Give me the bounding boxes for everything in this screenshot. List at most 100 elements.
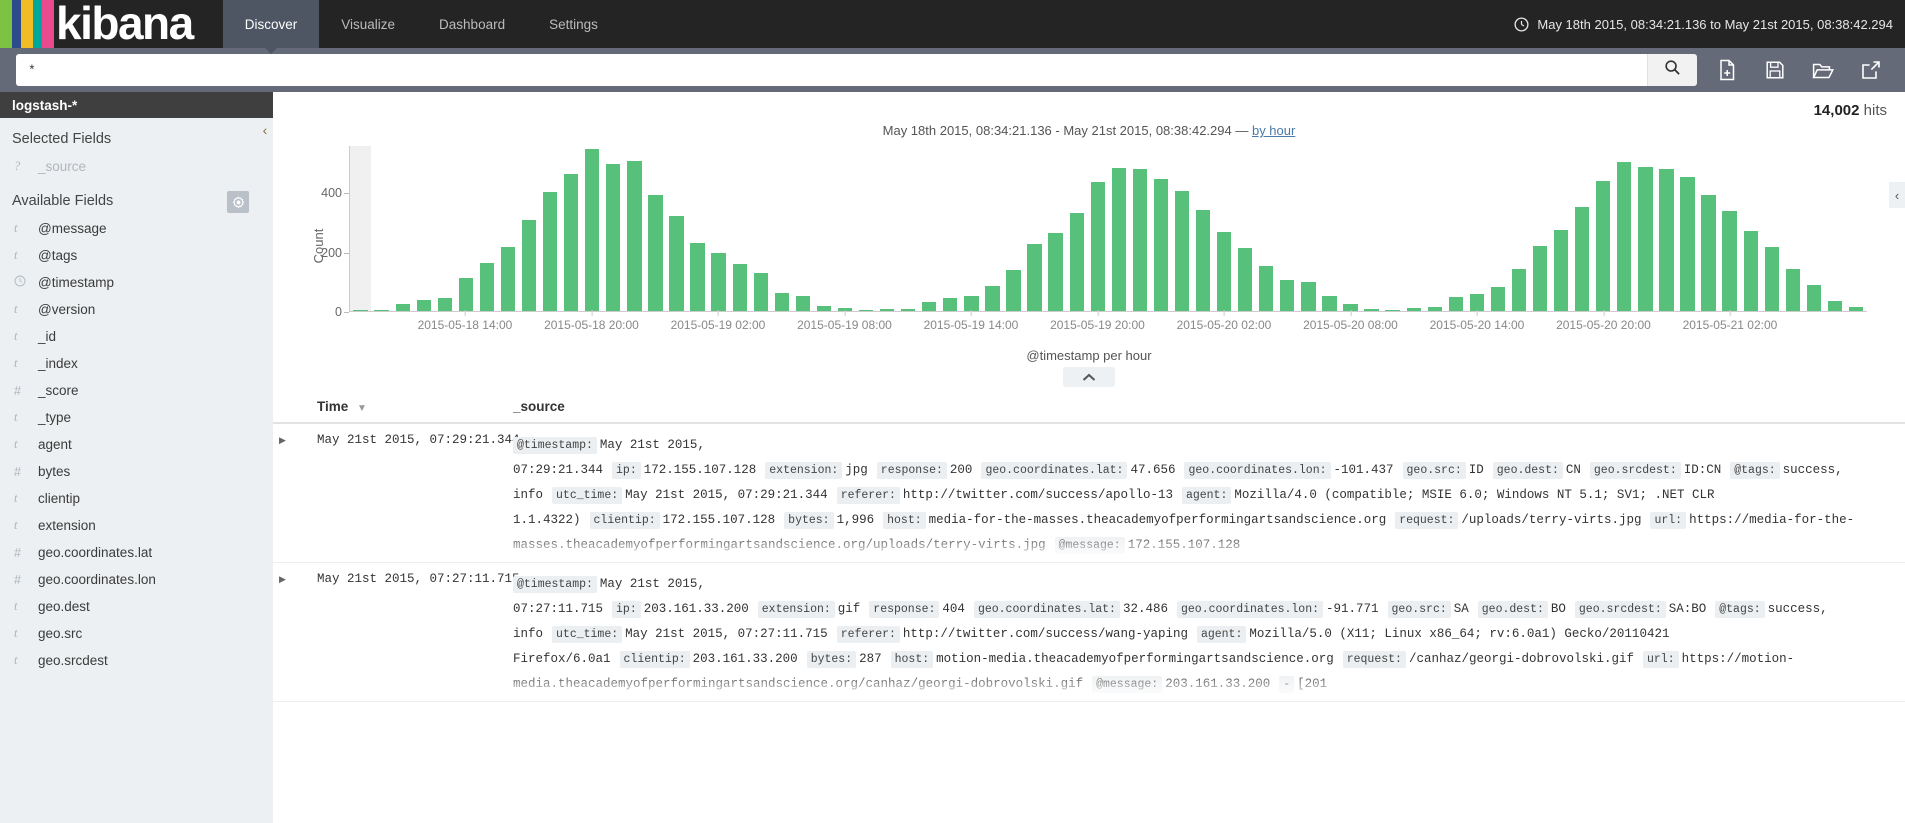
column-header-time[interactable]: Time ▼	[295, 399, 513, 414]
histogram-bar-cell[interactable]	[1171, 146, 1192, 311]
histogram-bar-cell[interactable]	[1635, 146, 1656, 311]
field-item-_type[interactable]: t _type	[0, 404, 273, 431]
field-item-@message[interactable]: t @message	[0, 215, 273, 242]
histogram-bar-cell[interactable]	[561, 146, 582, 311]
histogram-bar-cell[interactable]	[792, 146, 813, 311]
histogram-bar-cell[interactable]	[434, 146, 455, 311]
histogram-bar-cell[interactable]	[1066, 146, 1087, 311]
search-submit-button[interactable]	[1647, 54, 1697, 86]
histogram-bar-cell[interactable]	[1572, 146, 1593, 311]
histogram-bar-cell[interactable]	[540, 146, 561, 311]
histogram-bar-cell[interactable]	[519, 146, 540, 311]
histogram-bar-cell[interactable]	[371, 146, 392, 311]
histogram-bar-cell[interactable]	[919, 146, 940, 311]
histogram-bar-cell[interactable]	[1761, 146, 1782, 311]
column-header-source[interactable]: _source	[513, 399, 1905, 414]
histogram-bar-cell[interactable]	[497, 146, 518, 311]
nav-item-settings[interactable]: Settings	[527, 0, 620, 48]
field-item-@version[interactable]: t @version	[0, 296, 273, 323]
histogram-bar-cell[interactable]	[1193, 146, 1214, 311]
histogram-bar-cell[interactable]	[1319, 146, 1340, 311]
histogram-bar-cell[interactable]	[1530, 146, 1551, 311]
histogram-bar-cell[interactable]	[1108, 146, 1129, 311]
folder-open-icon[interactable]	[1799, 50, 1847, 90]
field-item-@tags[interactable]: t @tags	[0, 242, 273, 269]
index-pattern-header[interactable]: logstash-*	[0, 92, 273, 118]
histogram-bar-cell[interactable]	[392, 146, 413, 311]
histogram-bar-cell[interactable]	[1382, 146, 1403, 311]
histogram-bar-cell[interactable]	[1719, 146, 1740, 311]
histogram-bar-cell[interactable]	[1487, 146, 1508, 311]
histogram-bar-cell[interactable]	[1256, 146, 1277, 311]
histogram-bar-cell[interactable]	[687, 146, 708, 311]
histogram-bar-cell[interactable]	[750, 146, 771, 311]
histogram-bar-cell[interactable]	[1129, 146, 1150, 311]
field-item-bytes[interactable]: # bytes	[0, 458, 273, 485]
histogram-bar-cell[interactable]	[624, 146, 645, 311]
chart-collapse-button[interactable]	[1063, 367, 1115, 387]
sort-caret-icon[interactable]: ▼	[357, 403, 367, 414]
histogram-bar-cell[interactable]	[1361, 146, 1382, 311]
field-item-geo.coordinates.lat[interactable]: # geo.coordinates.lat	[0, 539, 273, 566]
histogram-bar-cell[interactable]	[1656, 146, 1677, 311]
time-range-picker[interactable]: May 18th 2015, 08:34:21.136 to May 21st …	[1514, 0, 1893, 48]
search-input[interactable]	[26, 61, 1637, 79]
histogram-bar-cell[interactable]	[476, 146, 497, 311]
histogram-bar-cell[interactable]	[961, 146, 982, 311]
field-item-clientip[interactable]: t clientip	[0, 485, 273, 512]
histogram-bar-cell[interactable]	[350, 146, 372, 311]
histogram-bar-cell[interactable]	[1214, 146, 1235, 311]
histogram-bar-cell[interactable]	[1803, 146, 1824, 311]
histogram-bar-cell[interactable]	[1677, 146, 1698, 311]
histogram-bar-cell[interactable]	[1551, 146, 1572, 311]
histogram-bar-cell[interactable]	[1298, 146, 1319, 311]
histogram-bar-cell[interactable]	[1150, 146, 1171, 311]
row-expand-icon[interactable]: ▶	[273, 572, 295, 697]
histogram-bar-cell[interactable]	[1445, 146, 1466, 311]
histogram-bar-cell[interactable]	[1466, 146, 1487, 311]
histogram-bar-cell[interactable]	[1403, 146, 1424, 311]
nav-item-discover[interactable]: Discover	[222, 0, 320, 54]
search-input-wrapper[interactable]	[16, 54, 1647, 86]
sidebar-collapse-icon[interactable]: ‹	[257, 118, 273, 142]
histogram-bar-cell[interactable]	[1593, 146, 1614, 311]
row-expand-icon[interactable]: ▶	[273, 433, 295, 558]
histogram-bar-cell[interactable]	[1508, 146, 1529, 311]
histogram-bar-cell[interactable]	[1614, 146, 1635, 311]
histogram-bar-cell[interactable]	[603, 146, 624, 311]
histogram-bar-cell[interactable]	[1740, 146, 1761, 311]
histogram-bar-cell[interactable]	[1340, 146, 1361, 311]
nav-item-dashboard[interactable]: Dashboard	[417, 0, 527, 48]
field-item-_index[interactable]: t _index	[0, 350, 273, 377]
histogram-bar-cell[interactable]	[834, 146, 855, 311]
nav-item-visualize[interactable]: Visualize	[319, 0, 417, 48]
save-icon[interactable]	[1751, 50, 1799, 90]
chart-interval-link[interactable]: by hour	[1252, 123, 1295, 138]
histogram-bar-cell[interactable]	[1424, 146, 1445, 311]
histogram-bar-cell[interactable]	[1845, 146, 1866, 311]
histogram-bar-cell[interactable]	[645, 146, 666, 311]
gear-icon[interactable]	[227, 191, 249, 213]
field-item-_id[interactable]: t _id	[0, 323, 273, 350]
histogram-bar-cell[interactable]	[729, 146, 750, 311]
histogram-bar-cell[interactable]	[1003, 146, 1024, 311]
new-document-icon[interactable]	[1703, 50, 1751, 90]
histogram-bar-cell[interactable]	[813, 146, 834, 311]
table-row[interactable]: ▶ May 21st 2015, 07:29:21.344 @timestamp: M…	[273, 424, 1905, 563]
field-item-geo.src[interactable]: t geo.src	[0, 620, 273, 647]
histogram-bar-cell[interactable]	[666, 146, 687, 311]
histogram-bar-cell[interactable]	[455, 146, 476, 311]
histogram-bar-cell[interactable]	[708, 146, 729, 311]
field-item-extension[interactable]: t extension	[0, 512, 273, 539]
histogram-bar-cell[interactable]	[856, 146, 877, 311]
histogram-bar-cell[interactable]	[1235, 146, 1256, 311]
histogram-bar-cell[interactable]	[1045, 146, 1066, 311]
right-rail-collapse-icon[interactable]: ‹	[1889, 182, 1905, 208]
field-item-_source[interactable]: ? _source	[0, 153, 273, 180]
histogram-bar-cell[interactable]	[1277, 146, 1298, 311]
field-item-_score[interactable]: # _score	[0, 377, 273, 404]
histogram-bar-cell[interactable]	[771, 146, 792, 311]
histogram-bar-cell[interactable]	[1024, 146, 1045, 311]
field-item-@timestamp[interactable]: @timestamp	[0, 269, 273, 296]
histogram-bar-cell[interactable]	[413, 146, 434, 311]
